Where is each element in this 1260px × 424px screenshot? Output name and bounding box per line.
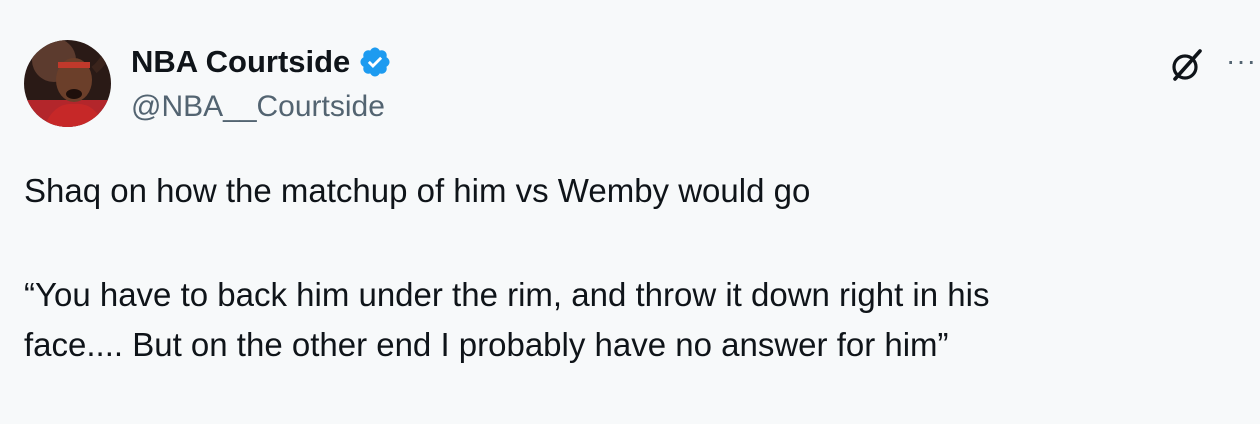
tweet-quote-line: face.... But on the other end I probably… (24, 326, 949, 363)
avatar[interactable] (24, 40, 111, 127)
verified-badge-icon (360, 47, 390, 77)
more-options-icon[interactable]: ··· (1226, 48, 1260, 78)
tweet-text-line: Shaq on how the matchup of him vs Wemby … (24, 172, 811, 209)
grok-icon[interactable] (1166, 45, 1206, 85)
tweet-text: Shaq on how the matchup of him vs Wemby … (24, 166, 1214, 370)
tweet-card: NBA Courtside @NBA__Courtside ··· Shaq o… (0, 0, 1260, 424)
author-name-row[interactable]: NBA Courtside (131, 42, 392, 82)
avatar-image (24, 40, 111, 127)
author-display-name[interactable]: NBA Courtside (131, 42, 350, 82)
tweet-quote-line: “You have to back him under the rim, and… (24, 276, 990, 313)
author-handle[interactable]: @NBA__Courtside (131, 88, 385, 126)
